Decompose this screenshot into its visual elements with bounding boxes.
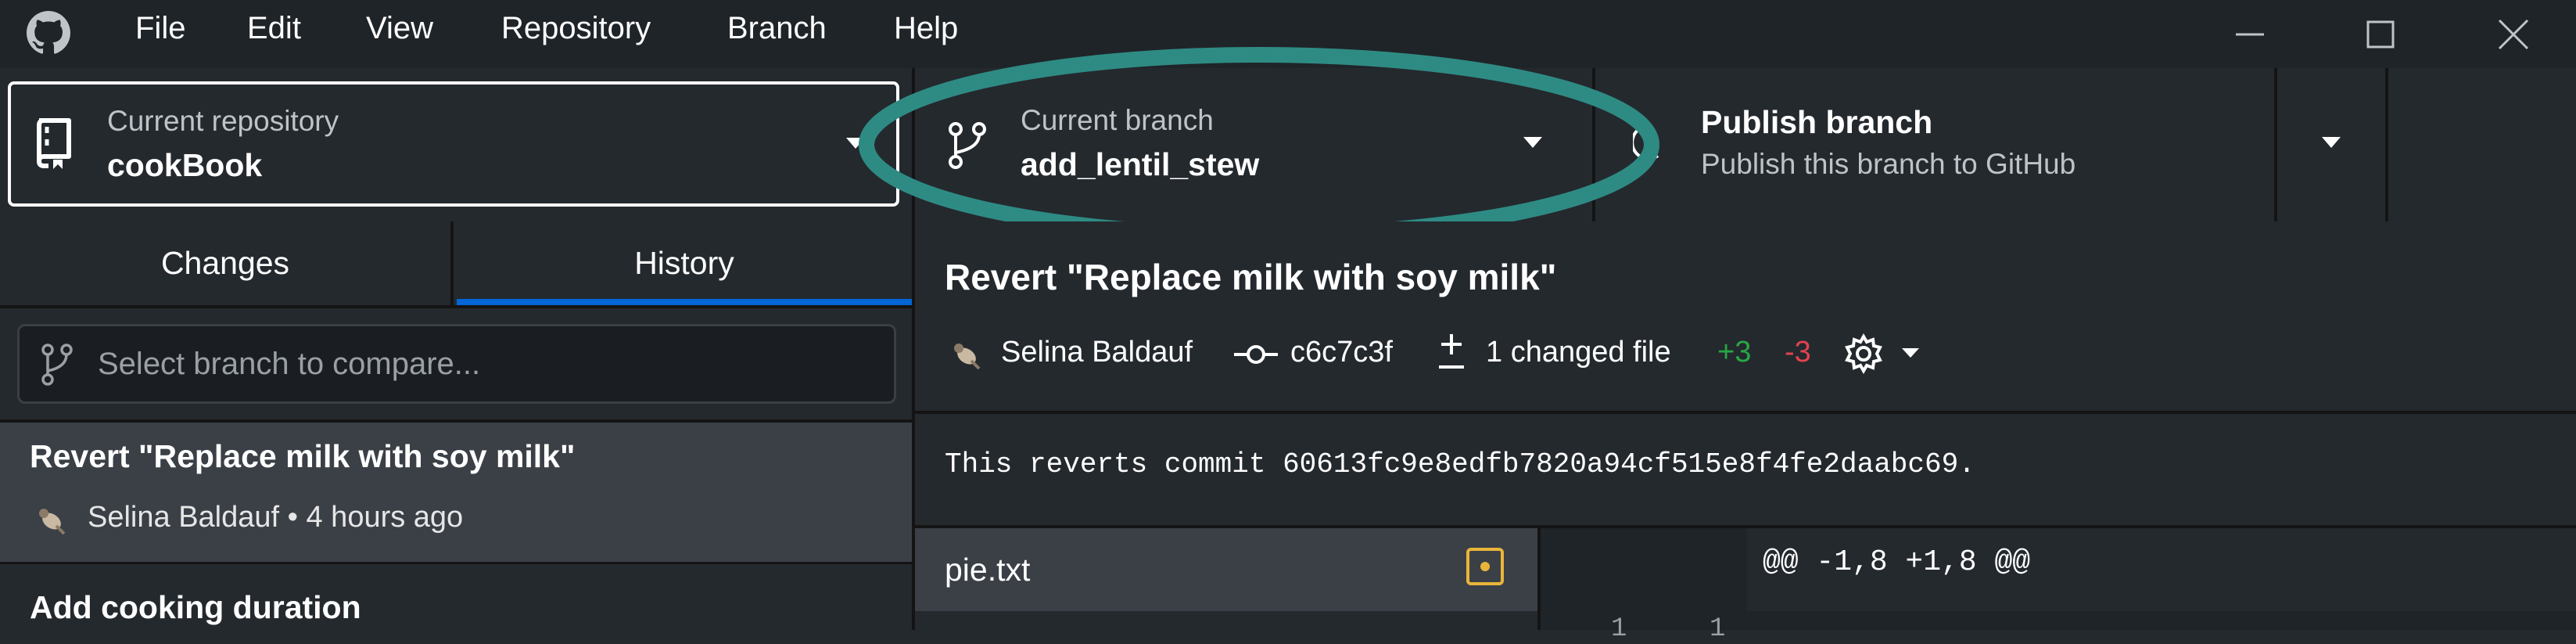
toolbar-divider xyxy=(2385,68,2388,221)
commit-message: This reverts commit 60613fc9e8edfb7820a9… xyxy=(945,448,1975,480)
commit-sha[interactable]: c6c7c3f xyxy=(1290,336,1393,369)
menu-view[interactable]: View xyxy=(366,11,433,46)
compare-branch-placeholder: Select branch to compare... xyxy=(98,347,481,381)
publish-options-button[interactable] xyxy=(2277,68,2385,221)
deletions-count: -3 xyxy=(1785,336,1811,369)
menu-file[interactable]: File xyxy=(135,11,185,46)
chevron-down-icon xyxy=(2322,137,2341,152)
tabs-divider xyxy=(0,305,912,308)
file-modified-icon xyxy=(1466,547,1505,586)
branch-icon xyxy=(41,344,73,386)
github-logo-icon xyxy=(27,11,70,55)
diff-settings-button[interactable] xyxy=(1842,331,1928,375)
additions-count: +3 xyxy=(1717,336,1752,369)
publish-branch-button[interactable]: Publish branch Publish this branch to Gi… xyxy=(1595,68,2274,221)
compare-branch-input[interactable]: Select branch to compare... xyxy=(17,324,896,404)
annotation-ellipse xyxy=(859,47,1659,243)
tab-history-label: History xyxy=(634,245,734,281)
chevron-down-icon xyxy=(1902,348,1919,358)
commit-author: Selina Baldauf xyxy=(1001,336,1193,369)
tab-history-selected-indicator xyxy=(457,299,912,305)
repo-icon xyxy=(33,117,74,169)
tab-history[interactable]: History xyxy=(457,221,912,305)
diff-old-line-number: 1 xyxy=(1611,614,1627,644)
commit-meta: Selina Baldauf • 4 hours ago xyxy=(88,501,464,534)
commit-title: Revert "Replace milk with soy milk" xyxy=(30,438,576,474)
diff-icon xyxy=(1436,331,1467,372)
publish-branch-subtitle: Publish this branch to GitHub xyxy=(1701,148,2076,180)
changed-file-item[interactable]: pie.txt xyxy=(915,528,1537,611)
changed-files-count: 1 changed file xyxy=(1486,336,1671,369)
publish-branch-title: Publish branch xyxy=(1701,104,1933,140)
current-repository-label: Current repository xyxy=(107,105,339,137)
commit-list-item[interactable]: Add cooking duration xyxy=(0,564,912,630)
tab-changes-label: Changes xyxy=(160,245,290,281)
author-avatar xyxy=(949,339,981,370)
diff-view: @@ -1,8 +1,8 @@ 1 1 xyxy=(1541,528,2576,644)
commit-detail-title: Revert "Replace milk with soy milk" xyxy=(945,257,1557,297)
author-avatar xyxy=(34,504,66,535)
changed-file-name: pie.txt xyxy=(945,552,1031,588)
menu-branch[interactable]: Branch xyxy=(727,11,827,46)
tab-changes[interactable]: Changes xyxy=(0,221,454,305)
diff-hunk-header: @@ -1,8 +1,8 @@ xyxy=(1763,545,2031,579)
minimize-button[interactable] xyxy=(2187,0,2312,68)
commit-list-item[interactable]: Revert "Replace milk with soy milk" Seli… xyxy=(0,423,912,562)
menu-help[interactable]: Help xyxy=(894,11,958,46)
commit-title: Add cooking duration xyxy=(30,589,361,625)
close-button[interactable] xyxy=(2451,0,2576,68)
git-commit-icon xyxy=(1234,340,1278,369)
gear-icon xyxy=(1845,333,1882,375)
commit-message-area: This reverts commit 60613fc9e8edfb7820a9… xyxy=(915,414,2576,528)
diff-new-line-number: 1 xyxy=(1710,614,1726,644)
menu-edit[interactable]: Edit xyxy=(247,11,301,46)
commit-summary-header: Revert "Replace milk with soy milk" Seli… xyxy=(915,221,2576,414)
current-repository-button[interactable]: Current repository cookBook xyxy=(8,81,899,207)
maximize-button[interactable] xyxy=(2318,0,2443,68)
current-repository-name: cookBook xyxy=(107,147,263,183)
menu-repository[interactable]: Repository xyxy=(501,11,651,46)
